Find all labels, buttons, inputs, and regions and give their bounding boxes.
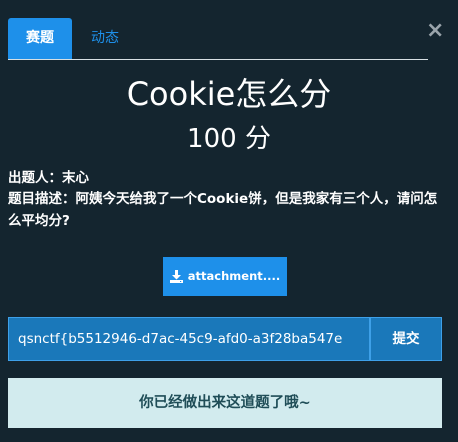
flag-form: 提交: [8, 317, 442, 361]
challenge-score: 100 分: [187, 124, 271, 154]
challenge-title: Cookie怎么分: [126, 75, 332, 113]
challenge-modal: × 赛题 动态 Cookie怎么分 100 分 出题人：末心 题目描述：阿姨今天…: [0, 0, 458, 442]
tab-bar: 赛题 动态: [8, 18, 428, 60]
tab-activity[interactable]: 动态: [80, 18, 130, 59]
description-label: 题目描述：: [8, 191, 76, 207]
download-icon: [169, 270, 183, 283]
description-text: 题目描述：阿姨今天给我了一个Cookie饼，但是我家有三个人，请问怎么平均分?: [8, 188, 448, 232]
author-label: 出题人：: [8, 170, 62, 186]
submit-button[interactable]: 提交: [370, 317, 442, 361]
author-line: 出题人：末心: [8, 168, 448, 188]
flag-input[interactable]: [8, 317, 370, 361]
attachment-label: attachment....: [187, 269, 281, 283]
tab-challenge[interactable]: 赛题: [8, 18, 72, 59]
author-name: 末心: [62, 170, 89, 186]
attachment-button[interactable]: attachment....: [163, 257, 287, 296]
close-icon[interactable]: ×: [426, 20, 444, 42]
solved-status-banner: 你已经做出来这道题了哦~: [8, 378, 442, 428]
